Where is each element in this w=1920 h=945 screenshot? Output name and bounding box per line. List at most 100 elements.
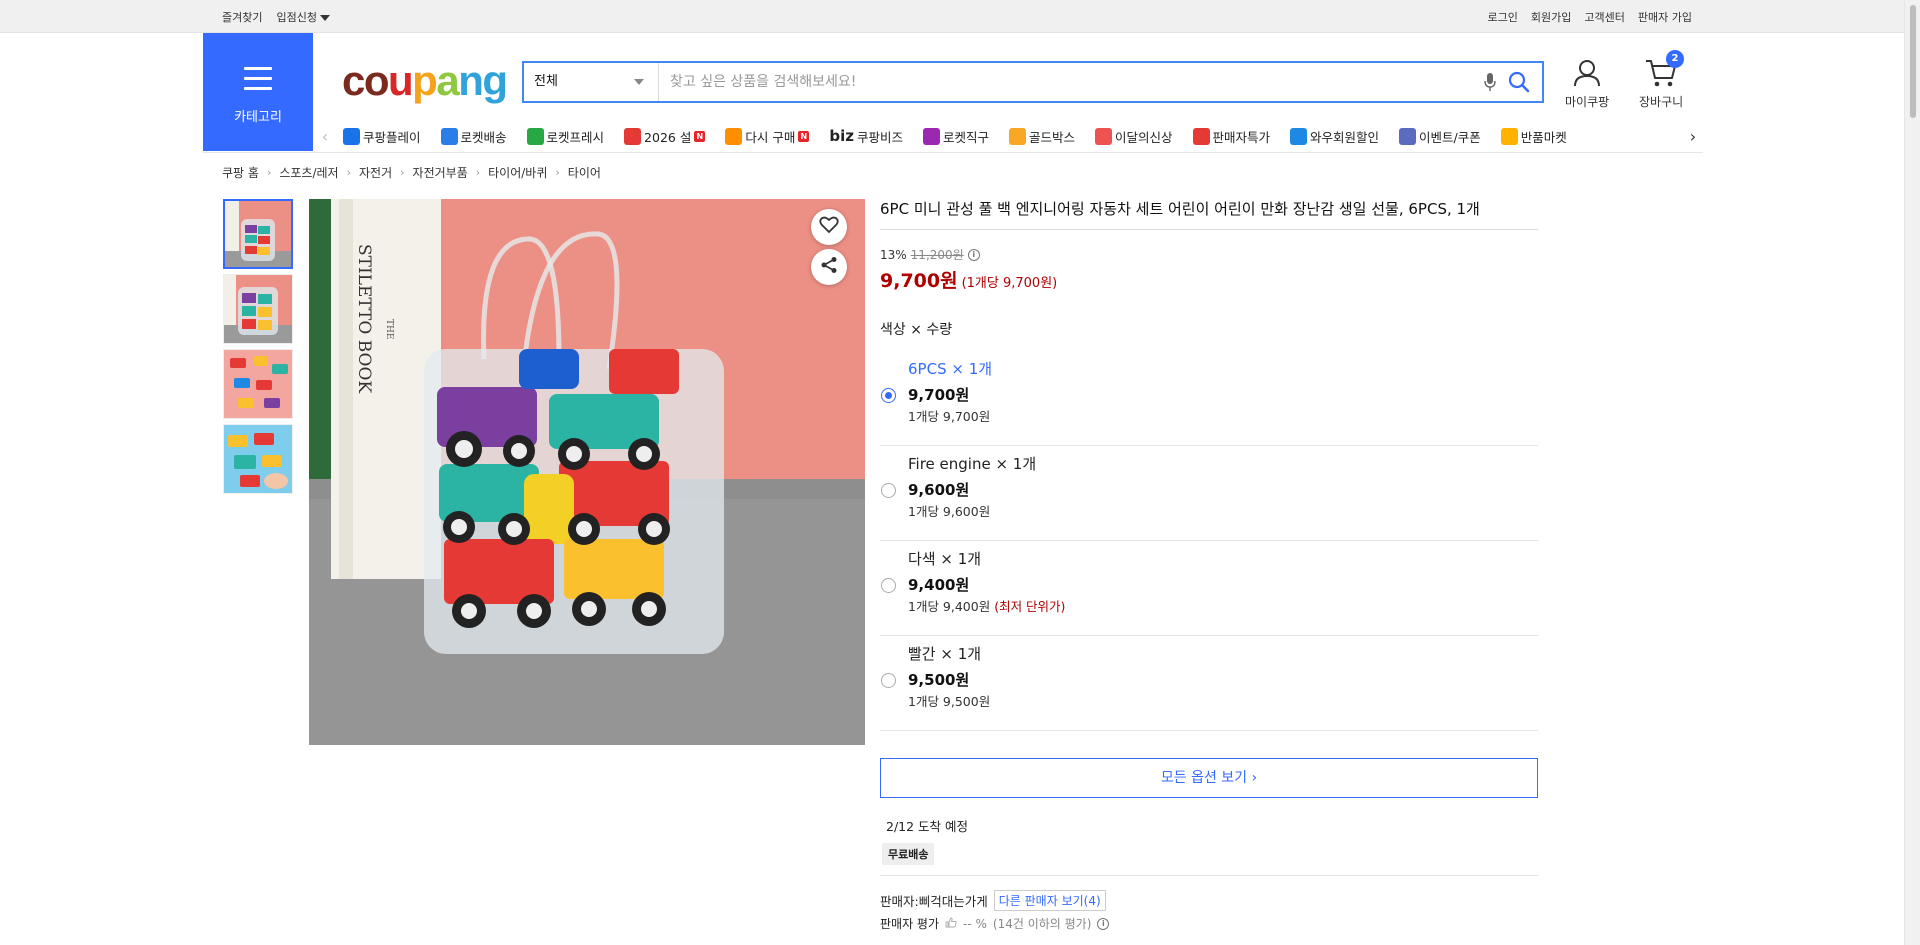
breadcrumb-separator-icon: › (400, 166, 405, 179)
chevron-left-icon[interactable]: ‹ (313, 127, 337, 146)
seller-name[interactable]: 삐걱대는가게 (919, 894, 988, 909)
nav-item-biz[interactable]: biz 쿠팡비즈 (829, 127, 903, 146)
view-all-options-label: 모든 옵션 보기 (1160, 770, 1248, 786)
option-list: 6PCS × 1개 9,700원 1개당 9,700원 Fire engine × 1… (880, 351, 1538, 731)
option-radio[interactable] (881, 673, 896, 688)
option-price: 9,600원 (908, 481, 970, 499)
unit-price: (1개당 9,700원) (961, 276, 1058, 291)
nav-item-gift[interactable]: 2026 설N (624, 127, 706, 146)
caret-down-icon (319, 14, 330, 21)
seller-rating-value: -- % (963, 916, 987, 931)
thumbnail-4[interactable] (223, 424, 293, 494)
rocket-icon (440, 127, 458, 145)
free-shipping-badge: 무료배송 (882, 843, 935, 865)
lowest-unit-note: (최저 단위가) (994, 599, 1066, 614)
option-price: 9,700원 (908, 386, 970, 404)
nav-item-return-market[interactable]: 반품마켓 (1500, 127, 1567, 146)
option-item[interactable]: 빨간 × 1개 9,500원 1개당 9,500원 (880, 636, 1538, 731)
section-divider (880, 875, 1538, 876)
microphone-icon[interactable] (1484, 72, 1496, 96)
option-name: 빨간 × 1개 (908, 645, 982, 663)
breadcrumb-item[interactable]: 자전거 (359, 164, 392, 181)
discount-rate: 13% (880, 247, 907, 262)
option-radio[interactable] (881, 388, 896, 403)
cart-icon (1645, 60, 1677, 91)
search-input[interactable] (660, 63, 1460, 101)
option-item[interactable]: 6PCS × 1개 9,700원 1개당 9,700원 (880, 351, 1538, 446)
chevron-right-icon[interactable]: › (1681, 127, 1705, 146)
option-unit-price: 1개당 9,700원 (908, 406, 990, 425)
new-icon (1094, 127, 1112, 145)
other-sellers-button[interactable]: 다른 판매자 보기(4) (993, 890, 1106, 911)
original-price: 11,200원 (910, 248, 964, 262)
category-menu-button[interactable]: 카테고리 (203, 33, 313, 151)
top-utility-bar: 즐겨찾기 입점신청 로그인 회원가입 고객센터 판매자 가입 (0, 0, 1904, 33)
nav-item-percent[interactable]: 판매자특가 (1192, 127, 1270, 146)
product-main-image[interactable]: STILETTO BOOK THE (309, 199, 865, 745)
nav-item-rocket[interactable]: 로켓배송 (440, 127, 507, 146)
signup-link[interactable]: 회원가입 (1531, 9, 1571, 25)
thumbnail-3[interactable] (223, 349, 293, 419)
option-name: Fire engine × 1개 (908, 455, 1037, 473)
goldbox-icon (1008, 127, 1026, 145)
thumbnail-2[interactable] (223, 274, 293, 344)
page-scrollbar[interactable] (1904, 0, 1920, 945)
customer-center-link[interactable]: 고객센터 (1584, 9, 1624, 25)
login-link[interactable]: 로그인 (1488, 9, 1518, 25)
option-item[interactable]: Fire engine × 1개 9,600원 1개당 9,600원 (880, 446, 1538, 541)
nav-item-label: 로켓프레시 (546, 129, 605, 145)
category-nav-items: 쿠팡플레이 로켓배송 로켓프레시 2026 설 N 다시 구매 Nbiz 쿠팡비즈 로켓직구 골드… (337, 127, 1677, 146)
option-unit-text: 1개당 9,600원 (908, 504, 991, 519)
nav-item-play[interactable]: 쿠팡플레이 (343, 127, 421, 146)
scrollbar-thumb[interactable] (1909, 4, 1917, 119)
search-icon[interactable] (1508, 71, 1530, 97)
option-price: 9,400원 (908, 576, 970, 594)
nav-item-label: 이달의신상 (1114, 129, 1173, 145)
search-category-value: 전체 (534, 74, 558, 89)
new-badge: N (798, 130, 810, 142)
hamburger-icon (244, 67, 272, 97)
bookmark-link[interactable]: 즐겨찾기 (222, 9, 262, 25)
share-button[interactable] (811, 249, 847, 285)
nav-item-global[interactable]: 로켓직구 (922, 127, 989, 146)
nav-item-repurchase[interactable]: 다시 구매 N (725, 127, 810, 146)
option-unit-text: 1개당 9,500원 (908, 694, 991, 709)
nav-item-label: 로켓배송 (460, 129, 507, 145)
nav-item-label: 로켓직구 (942, 129, 989, 145)
option-unit-price: 1개당 9,600원 (908, 501, 990, 520)
breadcrumb-item[interactable]: 쿠팡 홈 (222, 164, 259, 181)
search-category-select[interactable]: 전체 (524, 63, 659, 101)
my-coupang-button[interactable]: 마이쿠팡 (1565, 58, 1609, 110)
breadcrumb-item[interactable]: 타이어 (568, 164, 601, 181)
return-market-icon (1500, 127, 1518, 145)
nav-item-coupon[interactable]: 이벤트/쿠폰 (1399, 127, 1481, 146)
nav-item-label: 다시 구매 (745, 129, 796, 145)
option-unit-text: 1개당 9,400원 (908, 599, 991, 614)
nav-item-new[interactable]: 이달의신상 (1094, 127, 1173, 146)
breadcrumb-item[interactable]: 스포츠/레저 (279, 164, 338, 181)
view-all-options-button[interactable]: 모든 옵션 보기 › (880, 758, 1538, 798)
option-item[interactable]: 다색 × 1개 9,400원 1개당 9,400원 (최저 단위가) (880, 541, 1538, 636)
breadcrumb-separator-icon: › (555, 166, 560, 179)
cart-button[interactable]: 2 장바구니 (1639, 50, 1684, 110)
thumbnail-1[interactable] (223, 199, 293, 269)
biz-icon: biz (829, 127, 854, 145)
vendor-apply-label: 입점신청 (276, 10, 317, 24)
nav-item-wow[interactable]: 와우회원할인 (1290, 127, 1379, 146)
coupang-logo[interactable]: coupang (342, 55, 508, 107)
option-radio[interactable] (881, 578, 896, 593)
vendor-apply-link[interactable]: 입점신청 (276, 9, 330, 25)
info-icon[interactable]: i (1097, 917, 1110, 930)
nav-item-goldbox[interactable]: 골드박스 (1008, 127, 1075, 146)
breadcrumb-item[interactable]: 타이어/바퀴 (488, 164, 547, 181)
new-badge: N (694, 130, 706, 142)
info-icon[interactable]: i (967, 248, 980, 261)
breadcrumb-item[interactable]: 자전거부품 (413, 164, 468, 181)
seller-rating-note: (14건 이하의 평가) (992, 917, 1092, 931)
seller-rating-row: 판매자 평가 -- % (14건 이하의 평가) i (880, 915, 1538, 932)
seller-signup-link[interactable]: 판매자 가입 (1638, 9, 1692, 25)
nav-item-rocket-fresh[interactable]: 로켓프레시 (526, 127, 605, 146)
price-discount-row: 13% 11,200원 i (880, 246, 1538, 263)
wishlist-heart-button[interactable] (811, 209, 847, 245)
option-radio[interactable] (881, 483, 896, 498)
